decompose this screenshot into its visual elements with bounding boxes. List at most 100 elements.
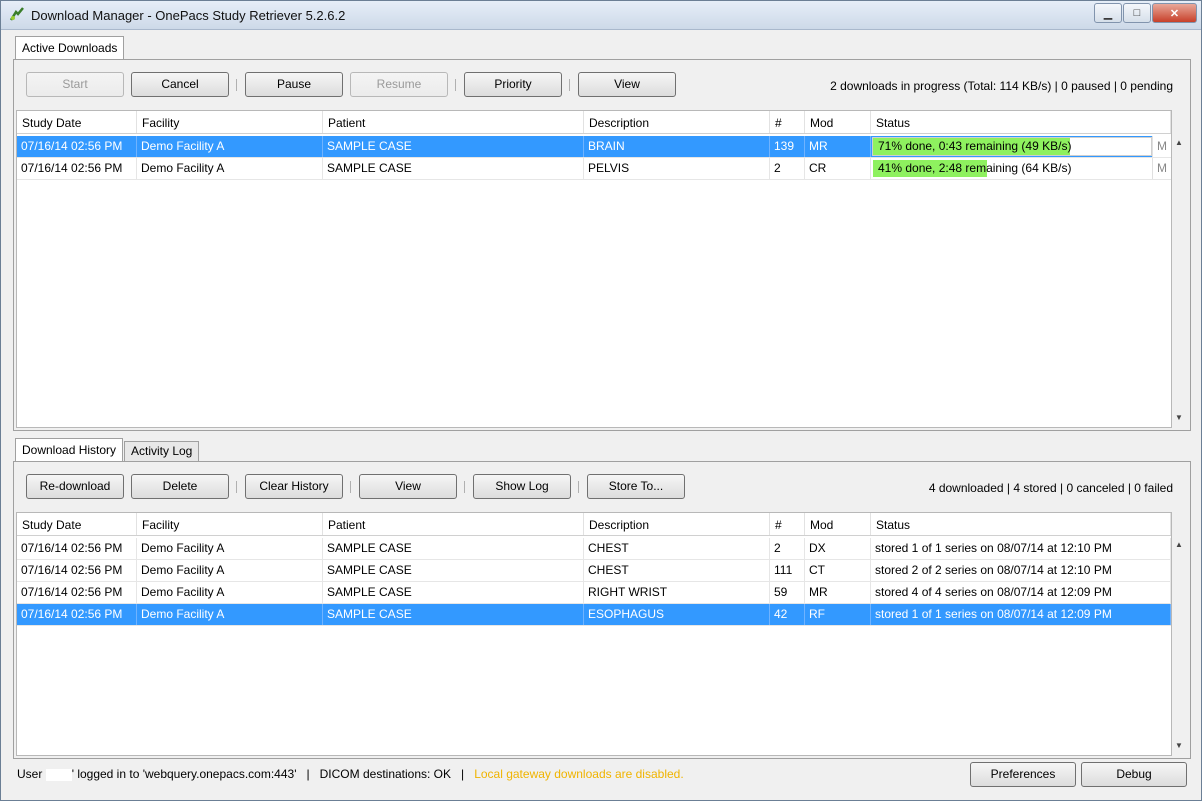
col-mod[interactable]: Mod [805,111,871,133]
active-downloads-panel: Start Cancel Pause Resume Priority View … [13,59,1191,431]
cell-facility: Demo Facility A [137,158,323,179]
maximize-button[interactable]: □ [1123,3,1151,23]
col-status[interactable]: Status [871,513,1171,535]
table-row[interactable]: 07/16/14 02:56 PM Demo Facility A SAMPLE… [17,158,1171,180]
pause-button[interactable]: Pause [245,72,343,97]
tab-active-downloads[interactable]: Active Downloads [15,36,125,59]
col-patient[interactable]: Patient [323,513,584,535]
cell-status: stored 1 of 1 series on 08/07/14 at 12:0… [871,604,1171,625]
priority-button[interactable]: Priority [464,72,562,97]
cell-patient: SAMPLE CASE [323,158,584,179]
table-row[interactable]: 07/16/14 02:56 PM Demo Facility A SAMPLE… [17,604,1171,626]
cell-patient: SAMPLE CASE [323,136,584,157]
cell-facility: Demo Facility A [137,582,323,603]
cell-patient: SAMPLE CASE [323,538,584,559]
download-manager-window: Download Manager - OnePacs Study Retriev… [0,0,1202,801]
col-study-date[interactable]: Study Date [17,111,137,133]
cell-mod: DX [805,538,871,559]
user-label: User [17,767,43,781]
table-row[interactable]: 07/16/14 02:56 PM Demo Facility A SAMPLE… [17,136,1171,158]
cell-mod: MR [805,582,871,603]
cell-study-date: 07/16/14 02:56 PM [17,136,137,157]
table-header: Study Date Facility Patient Description … [17,111,1171,134]
col-status[interactable]: Status [871,111,1171,133]
store-to-button[interactable]: Store To... [587,474,685,499]
progress-bar: 41% done, 2:48 remaining (64 KB/s) [872,159,1152,178]
col-facility[interactable]: Facility [137,111,323,133]
status-bar: User ' logged in to 'webquery.onepacs.co… [17,767,684,781]
cell-facility: Demo Facility A [137,538,323,559]
cell-count: 111 [770,560,805,581]
history-scrollbar[interactable]: ▲ ▼ [1172,536,1188,754]
col-description[interactable]: Description [584,111,770,133]
history-status-summary: 4 downloaded | 4 stored | 0 canceled | 0… [928,481,1173,495]
cell-description: CHEST [584,538,770,559]
table-row[interactable]: 07/16/14 02:56 PM Demo Facility A SAMPLE… [17,538,1171,560]
cell-mod: CT [805,560,871,581]
tab-activity-log[interactable]: Activity Log [124,441,200,461]
progress-text: 71% done, 0:43 remaining (49 KB/s) [878,139,1072,153]
col-facility[interactable]: Facility [137,513,323,535]
cell-patient: SAMPLE CASE [323,582,584,603]
cell-count: 2 [770,538,805,559]
table-row[interactable]: 07/16/14 02:56 PM Demo Facility A SAMPLE… [17,560,1171,582]
col-description[interactable]: Description [584,513,770,535]
toolbar-separator [350,481,351,493]
scroll-up-icon[interactable]: ▲ [1175,540,1183,549]
resume-button[interactable]: Resume [350,72,448,97]
status-separator: | [461,767,465,781]
progress-text: 41% done, 2:48 remaining (64 KB/s) [878,161,1072,175]
minimize-button[interactable]: ▁ [1094,3,1122,23]
cell-patient: SAMPLE CASE [323,560,584,581]
redownload-button[interactable]: Re-download [26,474,124,499]
history-table: Study Date Facility Patient Description … [16,512,1172,756]
clear-history-button[interactable]: Clear History [245,474,343,499]
cell-description: PELVIS [584,158,770,179]
cell-description: CHEST [584,560,770,581]
cell-study-date: 07/16/14 02:56 PM [17,560,137,581]
cell-study-date: 07/16/14 02:56 PM [17,582,137,603]
cell-mod: CR [805,158,871,179]
window-controls: ▁ □ ✕ [1093,3,1197,23]
scroll-down-icon[interactable]: ▼ [1175,413,1183,422]
login-status: ' logged in to 'webquery.onepacs.com:443… [71,767,297,781]
table-row[interactable]: 07/16/14 02:56 PM Demo Facility A SAMPLE… [17,582,1171,604]
cell-mod: MR [805,136,871,157]
col-patient[interactable]: Patient [323,111,584,133]
history-view-button[interactable]: View [359,474,457,499]
cancel-button[interactable]: Cancel [131,72,229,97]
active-scrollbar[interactable]: ▲ ▼ [1172,134,1188,426]
redacted-username [45,768,72,781]
cell-mod: RF [805,604,871,625]
col-study-date[interactable]: Study Date [17,513,137,535]
debug-button[interactable]: Debug [1081,762,1187,787]
app-icon [9,7,24,21]
preferences-button[interactable]: Preferences [970,762,1076,787]
view-button[interactable]: View [578,72,676,97]
scroll-up-icon[interactable]: ▲ [1175,138,1183,147]
cell-status: stored 4 of 4 series on 08/07/14 at 12:0… [871,582,1171,603]
show-log-button[interactable]: Show Log [473,474,571,499]
cell-facility: Demo Facility A [137,560,323,581]
close-button[interactable]: ✕ [1152,3,1197,23]
start-button[interactable]: Start [26,72,124,97]
cell-description: ESOPHAGUS [584,604,770,625]
gateway-warning: Local gateway downloads are disabled. [474,767,684,781]
toolbar-separator [236,481,237,493]
download-history-panel: Re-download Delete Clear History View Sh… [13,461,1191,759]
toolbar-separator [455,79,456,91]
cell-count: 42 [770,604,805,625]
toolbar-separator [578,481,579,493]
col-mod[interactable]: Mod [805,513,871,535]
title-bar: Download Manager - OnePacs Study Retriev… [1,1,1201,30]
col-count[interactable]: # [770,111,805,133]
col-count[interactable]: # [770,513,805,535]
cell-facility: Demo Facility A [137,136,323,157]
toolbar-separator [236,79,237,91]
cell-study-date: 07/16/14 02:56 PM [17,604,137,625]
delete-button[interactable]: Delete [131,474,229,499]
progress-bar: 71% done, 0:43 remaining (49 KB/s) [872,137,1152,156]
scroll-down-icon[interactable]: ▼ [1175,741,1183,750]
tab-download-history[interactable]: Download History [15,438,124,461]
cell-status: stored 2 of 2 series on 08/07/14 at 12:1… [871,560,1171,581]
